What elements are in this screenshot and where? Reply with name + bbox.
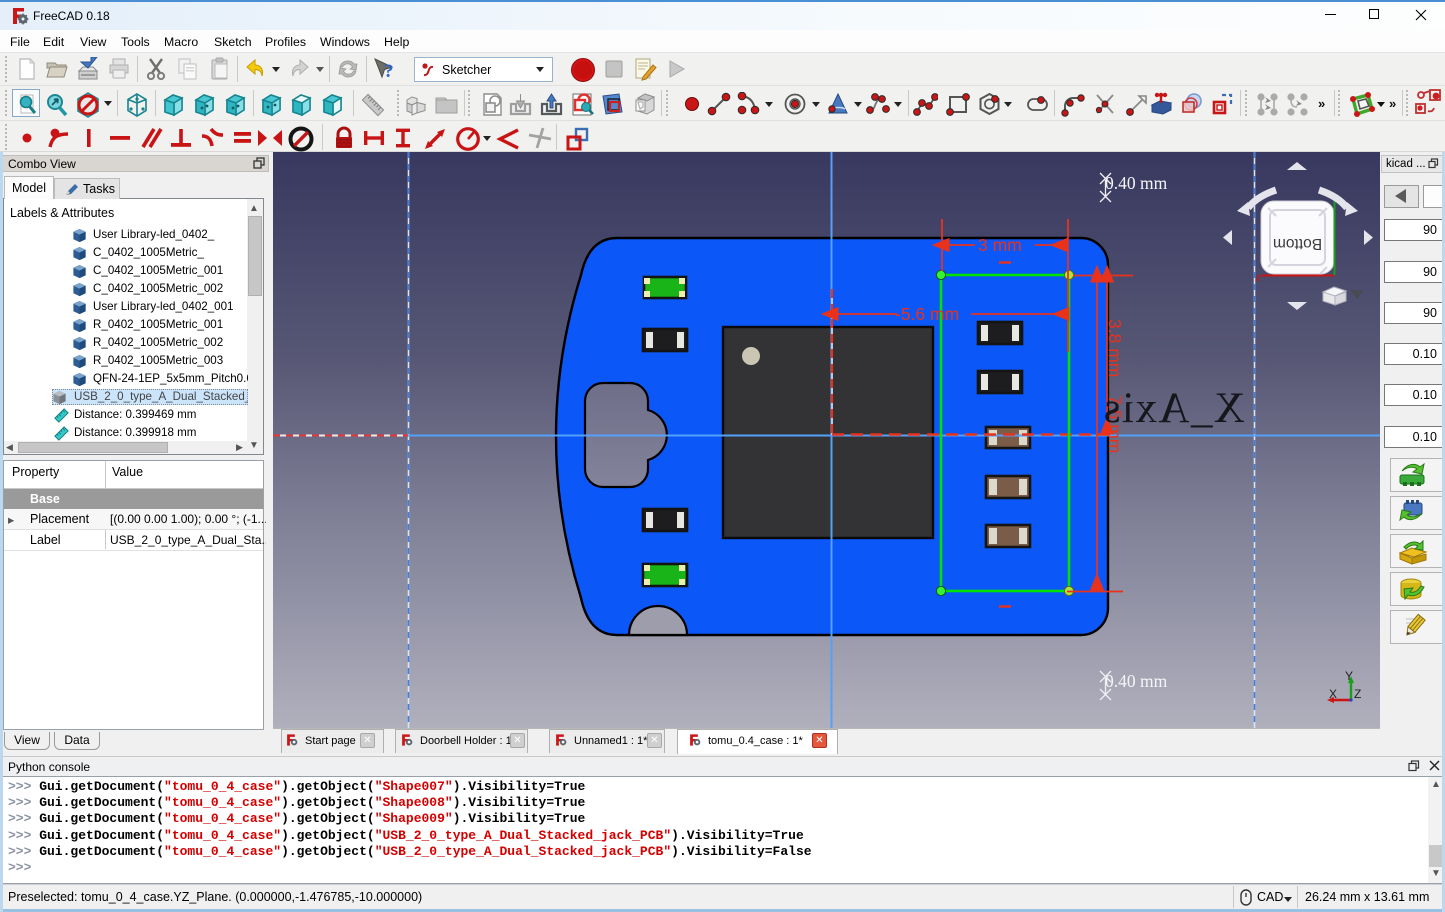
svg-text:Bottom: Bottom	[1273, 235, 1322, 252]
svg-text:0.40 mm: 0.40 mm	[1105, 671, 1168, 691]
svg-text:3 mm: 3 mm	[978, 235, 1022, 255]
svg-text:x: x	[1255, 272, 1261, 284]
svg-text:-5.6 mm: -5.6 mm	[895, 304, 959, 324]
svg-text:X: X	[1329, 687, 1337, 701]
svg-text:3.8 mm: 3.8 mm	[1105, 319, 1125, 377]
svg-text:?: ?	[384, 61, 394, 81]
svg-text:0.40 mm: 0.40 mm	[1105, 173, 1168, 193]
svg-text:Z: Z	[1354, 687, 1361, 701]
svg-text:Y: Y	[1345, 669, 1353, 683]
svg-text:X_Axis: X_Axis	[1102, 385, 1245, 432]
